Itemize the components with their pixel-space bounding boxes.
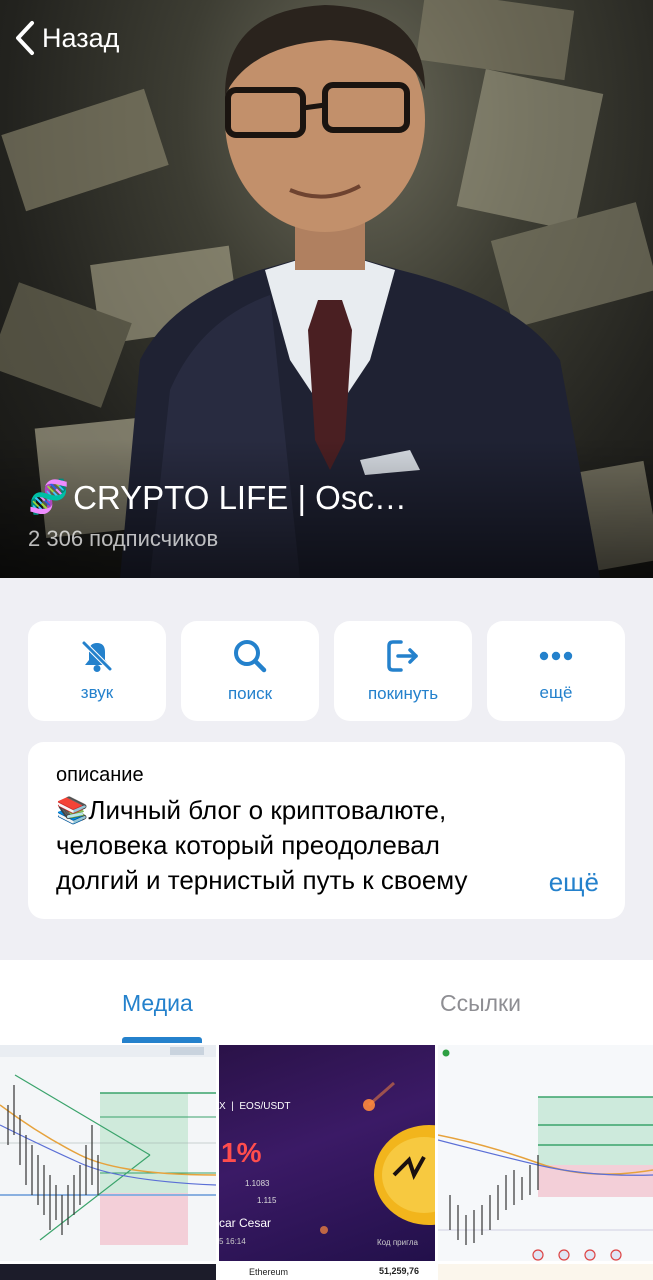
referral-label: Код пригла xyxy=(377,1238,418,1247)
user-label: car Cesar xyxy=(219,1216,272,1230)
description-line: долгий и тернистый путь к своему xyxy=(56,863,532,898)
price-label: 51,259,76 xyxy=(379,1266,420,1276)
text-fade xyxy=(472,863,532,898)
chart-screenshot-image xyxy=(0,1045,216,1245)
description-line: человека который преодолевал xyxy=(56,830,440,860)
value-label: 1.1083 xyxy=(245,1179,270,1188)
channel-title: 🧬 CRYPTO LIFE | Osc… xyxy=(28,478,407,517)
books-emoji-icon: 📚 xyxy=(56,795,89,825)
media-thumbnail[interactable] xyxy=(438,1264,653,1280)
active-tab-indicator xyxy=(122,1037,202,1043)
dna-emoji-icon: 🧬 xyxy=(28,478,70,515)
media-thumbnail[interactable] xyxy=(0,1264,216,1280)
description-card: описание 📚Личный блог о криптовалюте, че… xyxy=(28,742,625,919)
chevron-left-icon xyxy=(16,21,34,55)
description-line: 📚Личный блог о криптовалюте, xyxy=(56,795,447,825)
channel-header-photo: Назад 🧬 CRYPTO LIFE | Osc… 2 306 подписч… xyxy=(0,0,653,578)
more-button[interactable]: ещё xyxy=(487,621,625,721)
mute-button[interactable]: звук xyxy=(28,621,166,721)
leave-label: покинуть xyxy=(367,684,439,703)
search-button[interactable]: поиск xyxy=(181,621,319,721)
search-icon xyxy=(234,640,267,673)
back-button[interactable]: Назад xyxy=(14,20,119,56)
action-buttons: звук поиск покинуть ещё xyxy=(28,621,625,721)
pair-label: X | EOS/USDT xyxy=(219,1101,291,1112)
bell-slash-icon xyxy=(82,641,112,672)
more-dots-icon xyxy=(539,651,573,661)
subscriber-count: 2 306 подписчиков xyxy=(28,526,219,551)
value-label: 1.115 xyxy=(257,1196,277,1205)
more-label: ещё xyxy=(539,683,573,702)
coin-label: Ethereum xyxy=(249,1267,289,1277)
leave-button[interactable]: покинуть xyxy=(334,621,472,721)
search-label: поиск xyxy=(227,684,273,703)
percent-label: 1% xyxy=(221,1137,262,1168)
back-label: Назад xyxy=(42,22,120,53)
media-thumbnail[interactable] xyxy=(0,1045,216,1261)
description-more-link[interactable]: ещё xyxy=(549,867,599,898)
chart-screenshot-image xyxy=(438,1049,653,1261)
tab-links[interactable]: Ссылки xyxy=(440,990,521,1017)
time-label: 5 16:14 xyxy=(219,1237,246,1246)
channel-name: CRYPTO LIFE | Osc… xyxy=(73,478,407,516)
tab-media[interactable]: Медиа xyxy=(122,990,193,1017)
mute-label: звук xyxy=(80,683,114,702)
description-text: 📚Личный блог о криптовалюте, человека ко… xyxy=(56,793,597,898)
media-thumbnail[interactable]: Ethereum 51,259,76 xyxy=(219,1264,435,1280)
media-thumbnail[interactable] xyxy=(438,1045,653,1261)
leave-icon xyxy=(387,640,418,672)
description-label: описание xyxy=(56,764,144,786)
media-thumbnail[interactable]: X | EOS/USDT 1% 1.1083 1.115 car Cesar 5… xyxy=(219,1045,435,1261)
